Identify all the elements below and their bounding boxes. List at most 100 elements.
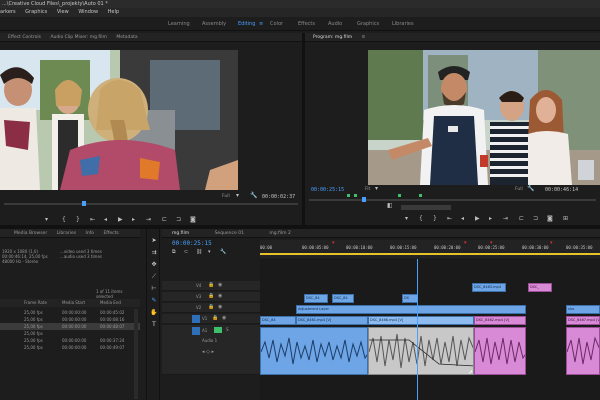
prog-mark-out-icon[interactable]: { [419, 215, 423, 222]
program-timecode[interactable]: 00:00:25:15 [311, 187, 344, 193]
program-menu-icon[interactable]: ≡ [362, 35, 366, 40]
program-zoom-bar[interactable] [401, 205, 451, 210]
project-row[interactable]: 25,00 fps 00:00:00:00 00:00:45:02 [0, 309, 140, 316]
menu-help[interactable]: Help [108, 9, 119, 15]
workspace-effects[interactable]: Effects [298, 21, 315, 27]
mark-in-icon[interactable]: ▾ [45, 216, 48, 223]
add-marker-icon[interactable]: ▾ [208, 249, 211, 255]
audio-clip-a1-b[interactable] [474, 327, 526, 375]
workspace-audio[interactable]: Audio [328, 21, 342, 27]
wrench-icon[interactable]: 🔧 [250, 192, 257, 199]
lift-icon[interactable]: ⊏ [519, 215, 524, 222]
tab-sequence-mgfilm[interactable]: mg.film [172, 231, 189, 236]
col-media-end[interactable]: Media End [100, 299, 121, 307]
program-fit-select[interactable]: Fit [365, 187, 370, 192]
project-row[interactable]: 25,00 fps 00:00:00:00 00:00:37:24 [0, 337, 140, 344]
clip-v1-d[interactable]: DSC_8462.mp4 [V] [474, 316, 526, 325]
clip-v4-a[interactable]: DSC_8463.mp4 [472, 283, 506, 292]
marker-red-3[interactable]: ▾ [490, 240, 493, 246]
menu-window[interactable]: Window [78, 9, 98, 15]
clip-v3-c[interactable]: DS [402, 294, 418, 303]
track-area[interactable]: DSC_8463.mp4 DSC_ DSC_84 DSC_84 DS Adjus… [260, 259, 600, 400]
lock-icon[interactable]: 🔒 [208, 282, 214, 288]
go-to-out-icon[interactable]: ⇥ [146, 216, 151, 223]
workspace-libraries[interactable]: Libraries [392, 21, 414, 27]
program-zoom-icon[interactable]: ◧ [387, 202, 393, 209]
workspace-assembly[interactable]: Assembly [202, 21, 226, 27]
clip-v2-adjustment[interactable]: Adjustment Layer [296, 305, 526, 314]
nest-icon[interactable]: ⧉ [172, 249, 176, 255]
extract-icon[interactable]: ⊐ [533, 215, 538, 222]
marker-red-1[interactable]: ▾ [332, 240, 335, 246]
prog-step-back-icon[interactable]: ⇤ [447, 215, 452, 222]
tab-sequence-01[interactable]: Sequence 01 [215, 231, 244, 236]
audio-clip-a1-a[interactable] [260, 327, 368, 375]
project-row[interactable]: 25,00 fps 00:00:00:00 00:00:08:16 [0, 316, 140, 323]
prog-go-in-icon[interactable]: } [433, 215, 437, 222]
program-quality-select[interactable]: Full [515, 187, 523, 192]
marker-red-2[interactable]: ▾ [464, 240, 467, 246]
project-scrollbar[interactable] [134, 309, 138, 399]
eye-icon[interactable]: ◉ [218, 282, 222, 288]
pen-tool-icon[interactable]: ✎ [150, 297, 158, 305]
insert-icon[interactable]: ⊏ [162, 216, 167, 223]
hand-tool-icon[interactable]: ✋ [150, 309, 158, 317]
tab-metadata[interactable]: Metadata [116, 35, 137, 40]
tab-effects[interactable]: Effects [103, 231, 118, 236]
track-select-tool-icon[interactable]: ⇉ [150, 249, 158, 257]
clip-v2-b[interactable]: nbs [566, 305, 600, 314]
lock-icon[interactable]: 🔒 [208, 293, 214, 299]
clip-v1-a[interactable]: DSC_84 [260, 316, 296, 325]
project-row[interactable]: 25,00 fps 00:00:00:00 00:00:49:07 [0, 344, 140, 351]
export-frame-icon[interactable]: ◙ [190, 216, 196, 223]
linked-selection-icon[interactable]: ⛓ [196, 249, 202, 255]
work-area-bar[interactable] [260, 253, 600, 255]
program-fit-chevron-icon[interactable]: ▾ [375, 185, 378, 192]
eye-icon[interactable]: ◉ [218, 293, 222, 299]
timeline-settings-icon[interactable]: 🔧 [220, 249, 226, 255]
workspace-graphics[interactable]: Graphics [357, 21, 379, 27]
col-frame-rate[interactable]: Frame Rate [24, 299, 47, 307]
step-back-frame-icon[interactable]: ◂ [104, 216, 107, 223]
tab-program[interactable]: Program: mg.film [313, 35, 352, 40]
workspace-editing[interactable]: Editing [238, 21, 255, 27]
eye-icon[interactable]: ◉ [218, 304, 222, 310]
audio-clip-a1-c[interactable] [566, 327, 600, 375]
step-back-icon[interactable]: ⇤ [90, 216, 95, 223]
overwrite-icon[interactable]: ⊐ [176, 216, 181, 223]
prog-frame-forward-icon[interactable]: ▸ [489, 215, 492, 222]
mark-out-icon[interactable]: { [62, 216, 66, 223]
lock-icon[interactable]: 🔒 [208, 304, 214, 310]
marker-green-4[interactable] [419, 194, 422, 197]
source-patch-v1[interactable] [192, 315, 200, 323]
marker-green-1[interactable] [347, 194, 350, 197]
keyframe-nav-icon[interactable]: ◂ ◇ ▸ [202, 349, 214, 355]
source-fit-chevron-icon[interactable]: ▾ [236, 192, 239, 199]
source-patch-a1[interactable] [192, 327, 200, 335]
timeline-playhead[interactable] [417, 259, 418, 400]
marker-red-4[interactable]: ▾ [550, 240, 553, 246]
prog-frame-back-icon[interactable]: ◂ [461, 215, 464, 222]
tab-info[interactable]: Info [86, 231, 95, 236]
tab-libraries[interactable]: Libraries [57, 231, 76, 236]
ripple-edit-tool-icon[interactable]: ✥ [150, 261, 158, 269]
prog-play-icon[interactable]: ▶ [475, 215, 480, 222]
marker-green-2[interactable] [354, 194, 357, 197]
source-fit-select[interactable]: Full [222, 194, 230, 199]
tab-effect-controls[interactable]: Effect Controls [8, 35, 41, 40]
timeline-ruler[interactable]: 00:00 00:00:05:00 00:00:10:00 00:00:15:0… [260, 240, 600, 258]
clip-v1-c[interactable]: DSC_8466.mp4 [V] [368, 316, 474, 325]
clip-v4-b[interactable]: DSC_ [528, 283, 552, 292]
slip-tool-icon[interactable]: ⊢ [150, 285, 158, 293]
prog-go-out-icon[interactable]: ⇥ [503, 215, 508, 222]
play-icon[interactable]: ▶ [118, 216, 123, 223]
tab-media-browser[interactable]: Media Browser [14, 231, 47, 236]
audio-clip-a1-selected[interactable] [368, 327, 474, 375]
source-playhead[interactable] [82, 201, 86, 206]
solo-button-a1[interactable]: S [226, 327, 229, 332]
workspace-learning[interactable]: Learning [168, 21, 190, 27]
clip-v1-e[interactable]: DSC_8467.mp4 [V] [566, 316, 600, 325]
program-scrubber[interactable] [309, 199, 596, 201]
menu-view[interactable]: View [57, 9, 69, 15]
marker-green-3[interactable] [398, 194, 401, 197]
